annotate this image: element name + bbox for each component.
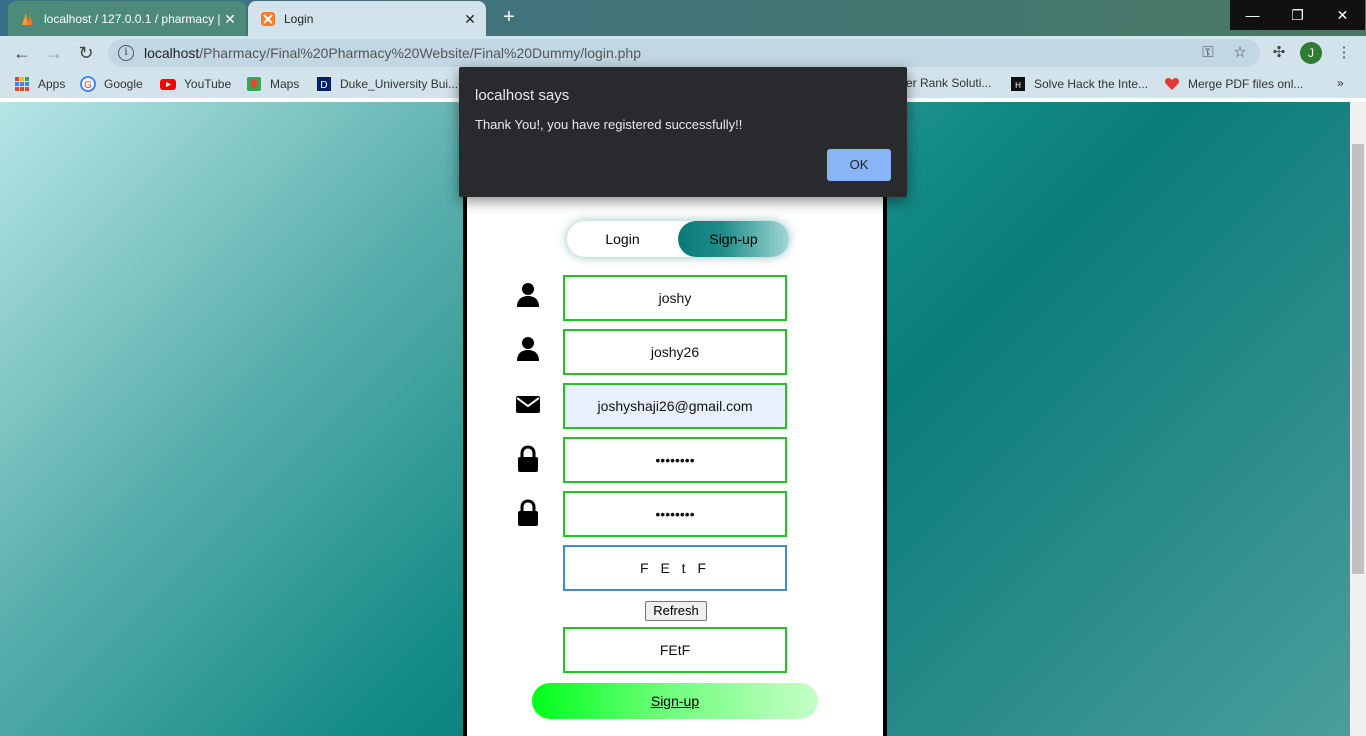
bookmark-label: Duke_University Bui... bbox=[340, 77, 459, 91]
email-input[interactable]: joshyshaji26@gmail.com bbox=[563, 383, 787, 429]
username-input[interactable]: joshy26 bbox=[563, 329, 787, 375]
bookmark-youtube[interactable]: YouTube bbox=[160, 76, 231, 92]
reload-icon[interactable]: ↻ bbox=[74, 41, 98, 65]
tab-strip: localhost / 127.0.0.1 / pharmacy | ✕ Log… bbox=[0, 0, 1366, 36]
name-input[interactable]: joshy bbox=[563, 275, 787, 321]
login-tab[interactable]: Login bbox=[567, 221, 678, 257]
browser-toolbar: ← → ↻ i localhost/Pharmacy/Final%20Pharm… bbox=[0, 36, 1366, 70]
bookmark-label: Google bbox=[104, 77, 143, 91]
bookmark-label: Merge PDF files onl... bbox=[1188, 77, 1304, 91]
scrollbar-thumb[interactable] bbox=[1352, 144, 1364, 574]
dialog-title: localhost says bbox=[475, 87, 570, 104]
star-icon[interactable]: ☆ bbox=[1230, 43, 1250, 63]
signup-card: Login Sign-up joshy joshy26 joshyshaji26… bbox=[463, 197, 887, 736]
refresh-captcha-button[interactable]: Refresh bbox=[645, 601, 707, 621]
bookmark-google[interactable]: G Google bbox=[80, 76, 143, 92]
tab-phpmyadmin[interactable]: localhost / 127.0.0.1 / pharmacy | ✕ bbox=[8, 1, 246, 36]
site-info-icon[interactable]: i bbox=[118, 45, 134, 61]
restore-button[interactable]: ❐ bbox=[1275, 0, 1320, 30]
close-tab-icon[interactable]: ✕ bbox=[462, 11, 478, 27]
close-tab-icon[interactable]: ✕ bbox=[222, 11, 238, 27]
url-host: localhost bbox=[144, 45, 200, 61]
captcha-input[interactable]: FEtF bbox=[563, 627, 787, 673]
profile-avatar[interactable]: J bbox=[1300, 42, 1322, 64]
envelope-icon bbox=[514, 391, 542, 419]
bookmarks-overflow-button[interactable]: » bbox=[1337, 76, 1344, 90]
bookmark-label: er Rank Soluti... bbox=[906, 76, 992, 90]
bookmark-label: YouTube bbox=[184, 77, 232, 91]
url-path: /Pharmacy/Final%20Pharmacy%20Website/Fin… bbox=[199, 45, 641, 61]
apps-grid-icon bbox=[14, 76, 30, 92]
hackerearth-icon: H bbox=[1010, 76, 1026, 92]
xampp-icon bbox=[260, 11, 276, 27]
bookmark-maps[interactable]: Maps bbox=[246, 76, 299, 92]
bookmark-hackerearth[interactable]: H Solve Hack the Inte... bbox=[1010, 76, 1148, 92]
user-icon bbox=[514, 281, 542, 309]
menu-icon[interactable]: ⋮ bbox=[1334, 43, 1354, 63]
window-close-button[interactable]: ✕ bbox=[1320, 0, 1365, 30]
bookmark-label: Solve Hack the Inte... bbox=[1034, 77, 1149, 91]
maps-icon bbox=[246, 76, 262, 92]
lock-icon bbox=[514, 445, 542, 473]
tab-title: Login bbox=[284, 11, 314, 26]
new-tab-button[interactable]: + bbox=[498, 6, 520, 28]
tab-title: localhost / 127.0.0.1 / pharmacy | bbox=[44, 11, 221, 26]
login-signup-toggle: Login Sign-up bbox=[567, 221, 789, 257]
google-icon: G bbox=[80, 76, 96, 92]
heart-icon bbox=[1164, 76, 1180, 92]
dialog-ok-button[interactable]: OK bbox=[827, 149, 891, 181]
signup-submit-button[interactable]: Sign-up bbox=[532, 683, 818, 719]
svg-text:G: G bbox=[84, 80, 92, 91]
bookmark-label: Apps bbox=[38, 77, 66, 91]
user-icon bbox=[514, 335, 542, 363]
signup-tab[interactable]: Sign-up bbox=[678, 221, 789, 257]
dialog-message: Thank You!, you have registered successf… bbox=[475, 117, 743, 132]
extensions-icon[interactable]: ✣ bbox=[1269, 43, 1289, 63]
key-icon[interactable]: ⚿ bbox=[1198, 43, 1218, 63]
duke-icon: D bbox=[316, 76, 332, 92]
bookmark-hackerrank[interactable]: er Rank Soluti... bbox=[906, 76, 991, 90]
svg-text:D: D bbox=[320, 80, 327, 91]
page-viewport: Login Sign-up joshy joshy26 joshyshaji26… bbox=[0, 102, 1350, 736]
bookmark-duke[interactable]: D Duke_University Bui... bbox=[316, 76, 458, 92]
password-input[interactable]: •••••••• bbox=[563, 437, 787, 483]
captcha-display: F E t F bbox=[563, 545, 787, 591]
bookmark-merge-pdf[interactable]: Merge PDF files onl... bbox=[1164, 76, 1303, 92]
forward-icon[interactable]: → bbox=[42, 41, 66, 65]
lock-icon bbox=[514, 499, 542, 527]
bookmark-label: Maps bbox=[270, 77, 300, 91]
bookmark-apps[interactable]: Apps bbox=[14, 76, 65, 92]
minimize-button[interactable]: — bbox=[1230, 0, 1275, 30]
svg-text:H: H bbox=[1015, 81, 1021, 90]
address-bar[interactable]: i localhost/Pharmacy/Final%20Pharmacy%20… bbox=[108, 39, 1260, 67]
back-icon[interactable]: ← bbox=[10, 41, 34, 65]
youtube-icon bbox=[160, 76, 176, 92]
alert-dialog: localhost says Thank You!, you have regi… bbox=[459, 67, 907, 197]
tab-login[interactable]: Login ✕ bbox=[248, 1, 486, 36]
confirm-password-input[interactable]: •••••••• bbox=[563, 491, 787, 537]
phpmyadmin-icon bbox=[20, 11, 36, 27]
page-scrollbar[interactable] bbox=[1350, 102, 1366, 736]
